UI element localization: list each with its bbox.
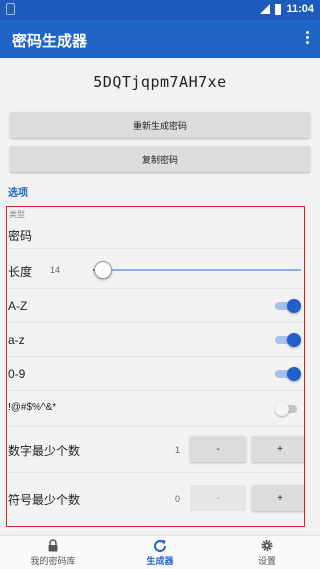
length-row: 长度 14 (7, 249, 303, 289)
min-symbols-label: 符号最少个数 (8, 493, 81, 507)
toggle-row-symbols: !@#$%^&* (7, 391, 303, 427)
min-digits-label: 数字最少个数 (8, 444, 81, 458)
min-digits-value: 1 (175, 445, 181, 455)
type-select[interactable]: 密码 (7, 219, 303, 249)
type-value: 密码 (8, 229, 33, 243)
more-vert-icon[interactable] (302, 30, 312, 48)
min-symbols-decrement-button[interactable]: - (190, 485, 246, 511)
toggle-label-uppercase: A-Z (8, 299, 28, 313)
toggle-label-lowercase: a-z (8, 333, 25, 347)
min-symbols-increment-button[interactable]: + (252, 485, 304, 511)
lock-icon (48, 539, 58, 552)
length-value: 14 (50, 265, 61, 275)
nav-item-generator[interactable]: 生成器 (107, 536, 213, 569)
min-symbols-row: 符号最少个数 0 - + (7, 473, 304, 525)
nav-item-settings[interactable]: 设置 (214, 536, 320, 569)
status-bar: 11:04 (0, 0, 320, 20)
nav-label-vault: 我的密码库 (30, 556, 76, 566)
toggle-uppercase[interactable] (275, 299, 301, 313)
min-digits-row: 数字最少个数 1 - + (7, 427, 304, 473)
toggle-label-symbols: !@#$%^&* (8, 402, 57, 413)
toggle-lowercase[interactable] (275, 333, 301, 347)
length-label: 长度 (8, 265, 33, 279)
regenerate-password-button[interactable]: 重新生成密码 (10, 112, 310, 138)
options-panel: 类型 密码 长度 14 A-Z a-z 0-9 !@#$%^&* 数字最少个数 … (6, 206, 305, 527)
copy-password-button[interactable]: 复制密码 (10, 146, 310, 172)
nav-label-settings: 设置 (257, 556, 276, 566)
status-time: 11:04 (286, 3, 314, 15)
min-symbols-value: 0 (175, 494, 181, 504)
generated-password: 5DQTjqpm7AH7xe (93, 73, 227, 91)
gear-icon (261, 539, 273, 552)
bottom-nav: 我的密码库 生成器 设置 (0, 535, 320, 569)
min-digits-decrement-button[interactable]: - (190, 436, 246, 462)
toggle-label-digits: 0-9 (8, 367, 26, 381)
nav-label-generator: 生成器 (146, 556, 174, 566)
toggle-digits[interactable] (275, 367, 301, 381)
refresh-icon (154, 540, 166, 552)
toggle-row-uppercase: A-Z (7, 289, 303, 323)
battery-icon (275, 3, 282, 15)
length-slider-track[interactable] (103, 269, 301, 271)
signal-icon (260, 4, 271, 14)
options-section-label: 选项 (8, 188, 28, 199)
notification-icon (6, 3, 15, 15)
min-digits-increment-button[interactable]: + (252, 436, 304, 462)
nav-item-vault[interactable]: 我的密码库 (0, 536, 106, 569)
toggle-row-lowercase: a-z (7, 323, 303, 357)
app-bar: 密码生成器 (0, 20, 320, 58)
toggle-symbols[interactable] (275, 402, 301, 416)
page-title: 密码生成器 (12, 33, 88, 50)
length-slider-thumb[interactable] (94, 261, 113, 279)
toggle-row-digits: 0-9 (7, 357, 303, 391)
